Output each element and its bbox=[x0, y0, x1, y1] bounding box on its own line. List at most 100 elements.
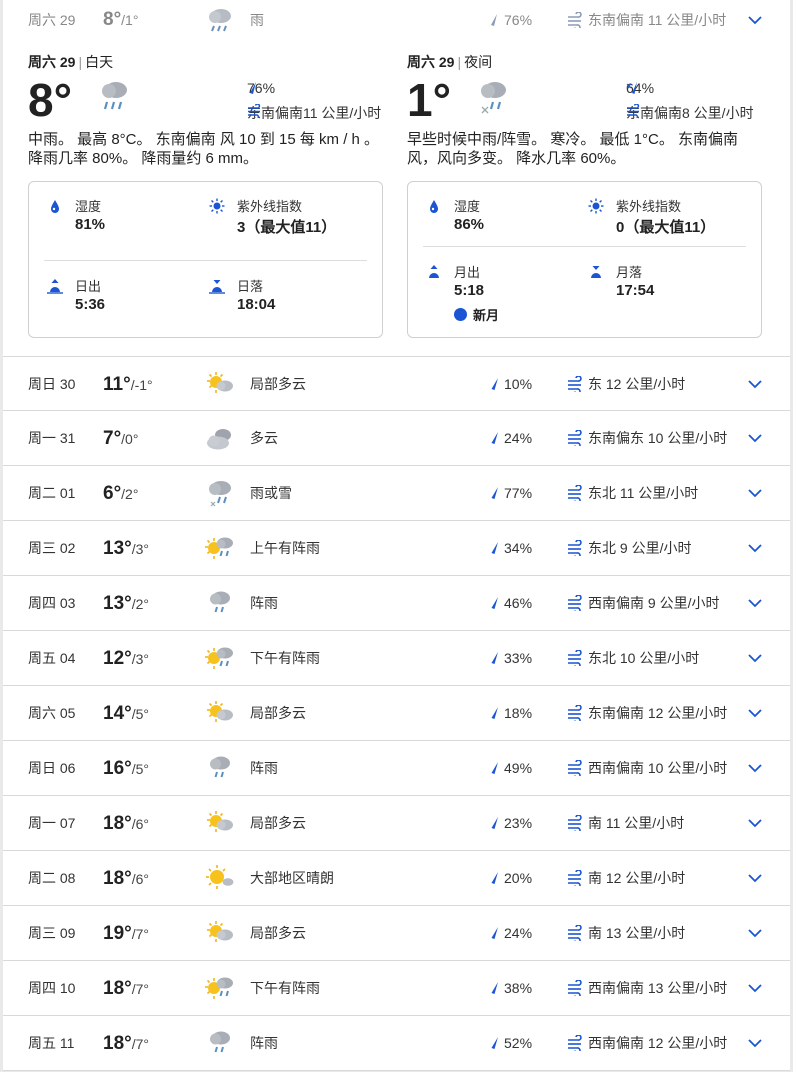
snow-rain-icon bbox=[626, 81, 640, 95]
chevron-down-icon[interactable] bbox=[747, 706, 763, 720]
row-temp: 11°/-1° bbox=[103, 357, 153, 413]
day-temperature: 8° bbox=[28, 74, 72, 126]
row-precip: 23% bbox=[504, 815, 533, 831]
chevron-down-icon[interactable] bbox=[747, 541, 763, 555]
chevron-down-icon[interactable] bbox=[747, 761, 763, 775]
row-temp: 13°/2° bbox=[103, 576, 149, 632]
row-high: 18° bbox=[103, 868, 132, 889]
row-precip: 38% bbox=[504, 980, 533, 996]
row-precip: 24% bbox=[504, 925, 533, 941]
wind-icon bbox=[566, 540, 584, 556]
chevron-down-icon[interactable] bbox=[747, 486, 763, 500]
row-low: /6° bbox=[131, 871, 150, 887]
row-high: 11° bbox=[103, 374, 131, 395]
row-day: 周日 06 bbox=[28, 760, 76, 776]
forecast-row[interactable]: 周三 02 13°/3° 上午有阵雨 34% 东北 9 公里/小时 bbox=[3, 521, 790, 576]
row-temp: 7°/0° bbox=[103, 411, 138, 467]
chevron-down-icon[interactable] bbox=[747, 1036, 763, 1050]
forecast-row[interactable]: 周二 01 6°/2° 雨或雪 77% 东北 11 公里/小时 bbox=[3, 466, 790, 521]
wind-icon bbox=[247, 104, 263, 118]
chevron-down-icon[interactable] bbox=[747, 926, 763, 940]
chevron-down-icon[interactable] bbox=[747, 871, 763, 885]
day-panel-title: 周六 29 | 白天 bbox=[28, 54, 114, 70]
forecast-row[interactable]: 周一 31 7°/0° 多云 24% 东南偏东 10 公里/小时 bbox=[3, 411, 790, 466]
forecast-row[interactable]: 周六 05 14°/5° 局部多云 18% 东南偏南 12 公里/小时 bbox=[3, 686, 790, 741]
row-condition: 上午有阵雨 bbox=[250, 540, 320, 556]
row-day: 周一 07 bbox=[28, 815, 76, 831]
row-day: 周二 08 bbox=[28, 870, 76, 886]
forecast-row[interactable]: 周日 06 16°/5° 阵雨 49% 西南偏南 10 公里/小时 bbox=[3, 741, 790, 796]
row-low: /0° bbox=[121, 431, 139, 447]
wind-icon bbox=[566, 705, 584, 721]
raindrop-icon bbox=[488, 1036, 500, 1050]
row-low: /2° bbox=[121, 486, 139, 502]
row-high: 18° bbox=[103, 813, 132, 834]
row-wind: 西南偏南 10 公里/小时 bbox=[588, 760, 728, 776]
row-high: 14° bbox=[103, 703, 132, 724]
night-wind: 东南偏南8 公里/小时 bbox=[626, 104, 754, 121]
row-condition: 阵雨 bbox=[250, 595, 278, 611]
row-precip: 77% bbox=[504, 485, 533, 501]
sun-shower-icon bbox=[203, 972, 237, 1006]
wind-icon bbox=[566, 650, 584, 666]
moonset: 月落 17:54 bbox=[591, 262, 766, 299]
partly-cloudy-icon bbox=[203, 807, 237, 841]
row-day: 周五 11 bbox=[28, 1035, 75, 1051]
forecast-row[interactable]: 周日 30 11°/-1° 局部多云 10% 东 12 公里/小时 bbox=[3, 356, 790, 411]
row-low: /7° bbox=[131, 981, 150, 997]
row-wind: 东北 9 公里/小时 bbox=[588, 540, 692, 556]
rain-icon bbox=[96, 76, 132, 116]
row-wind: 西南偏南 13 公里/小时 bbox=[588, 980, 728, 996]
card-divider bbox=[423, 246, 746, 247]
row-condition: 阵雨 bbox=[250, 1035, 278, 1051]
chevron-down-icon[interactable] bbox=[747, 651, 763, 665]
row-condition: 大部地区晴朗 bbox=[250, 870, 334, 886]
row-day: 周六 29 bbox=[28, 12, 76, 28]
forecast-row[interactable]: 周五 11 18°/7° 阵雨 52% 西南偏南 12 公里/小时 bbox=[3, 1016, 790, 1071]
humidity-icon bbox=[47, 198, 63, 214]
wind-icon bbox=[566, 12, 584, 28]
row-low: /5° bbox=[131, 761, 150, 777]
row-temp: 13°/3° bbox=[103, 521, 149, 577]
card-divider bbox=[44, 260, 367, 261]
row-condition: 多云 bbox=[250, 430, 278, 446]
forecast-row[interactable]: 周五 04 12°/3° 下午有阵雨 33% 东北 10 公里/小时 bbox=[3, 631, 790, 686]
forecast-row[interactable]: 周四 03 13°/2° 阵雨 46% 西南偏南 9 公里/小时 bbox=[3, 576, 790, 631]
day-precip: 76% bbox=[247, 80, 276, 96]
forecast-row[interactable]: 周一 07 18°/6° 局部多云 23% 南 11 公里/小时 bbox=[3, 796, 790, 851]
night-details-card: 湿度 86% 紫外线指数 0（最大值11） 月出 5:18 新月 月落 17:54 bbox=[407, 181, 762, 338]
row-wind: 东 12 公里/小时 bbox=[588, 376, 686, 392]
sun-icon bbox=[209, 198, 225, 214]
wind-icon bbox=[566, 760, 584, 776]
chevron-down-icon[interactable] bbox=[747, 981, 763, 995]
raindrop-icon bbox=[488, 926, 500, 940]
chevron-down-icon[interactable] bbox=[747, 596, 763, 610]
row-temp: 12°/3° bbox=[103, 631, 149, 687]
shower-icon bbox=[203, 1027, 237, 1061]
chevron-down-icon[interactable] bbox=[747, 377, 763, 391]
sunset: 日落 18:04 bbox=[209, 276, 387, 313]
chevron-up-icon[interactable] bbox=[747, 13, 763, 27]
row-precip: 46% bbox=[504, 595, 533, 611]
forecast-row[interactable]: 周二 08 18°/6° 大部地区晴朗 20% 南 12 公里/小时 bbox=[3, 851, 790, 906]
row-condition: 下午有阵雨 bbox=[250, 650, 320, 666]
wind-icon bbox=[566, 430, 584, 446]
row-low: /7° bbox=[131, 1036, 150, 1052]
forecast-row[interactable]: 周三 09 19°/7° 局部多云 24% 南 13 公里/小时 bbox=[3, 906, 790, 961]
row-condition: 雨或雪 bbox=[250, 485, 292, 501]
row-temp: 19°/7° bbox=[103, 906, 149, 962]
row-condition: 局部多云 bbox=[250, 815, 306, 831]
moonset-icon bbox=[588, 264, 604, 280]
forecast-row-expanded[interactable]: 周六 29 8°/1° 雨 76% 东南偏南 11 公里/小时 bbox=[3, 0, 790, 40]
day-humidity: 湿度 81% bbox=[51, 196, 225, 233]
row-high: 6° bbox=[103, 483, 122, 504]
chevron-down-icon[interactable] bbox=[747, 816, 763, 830]
row-low: /3° bbox=[131, 651, 150, 667]
row-low: /5° bbox=[131, 706, 150, 722]
row-precip: 33% bbox=[504, 650, 533, 666]
forecast-row[interactable]: 周四 10 18°/7° 下午有阵雨 38% 西南偏南 13 公里/小时 bbox=[3, 961, 790, 1016]
row-wind: 南 11 公里/小时 bbox=[588, 815, 685, 831]
raindrop-icon bbox=[488, 981, 500, 995]
wind-icon bbox=[566, 980, 584, 996]
chevron-down-icon[interactable] bbox=[747, 431, 763, 445]
